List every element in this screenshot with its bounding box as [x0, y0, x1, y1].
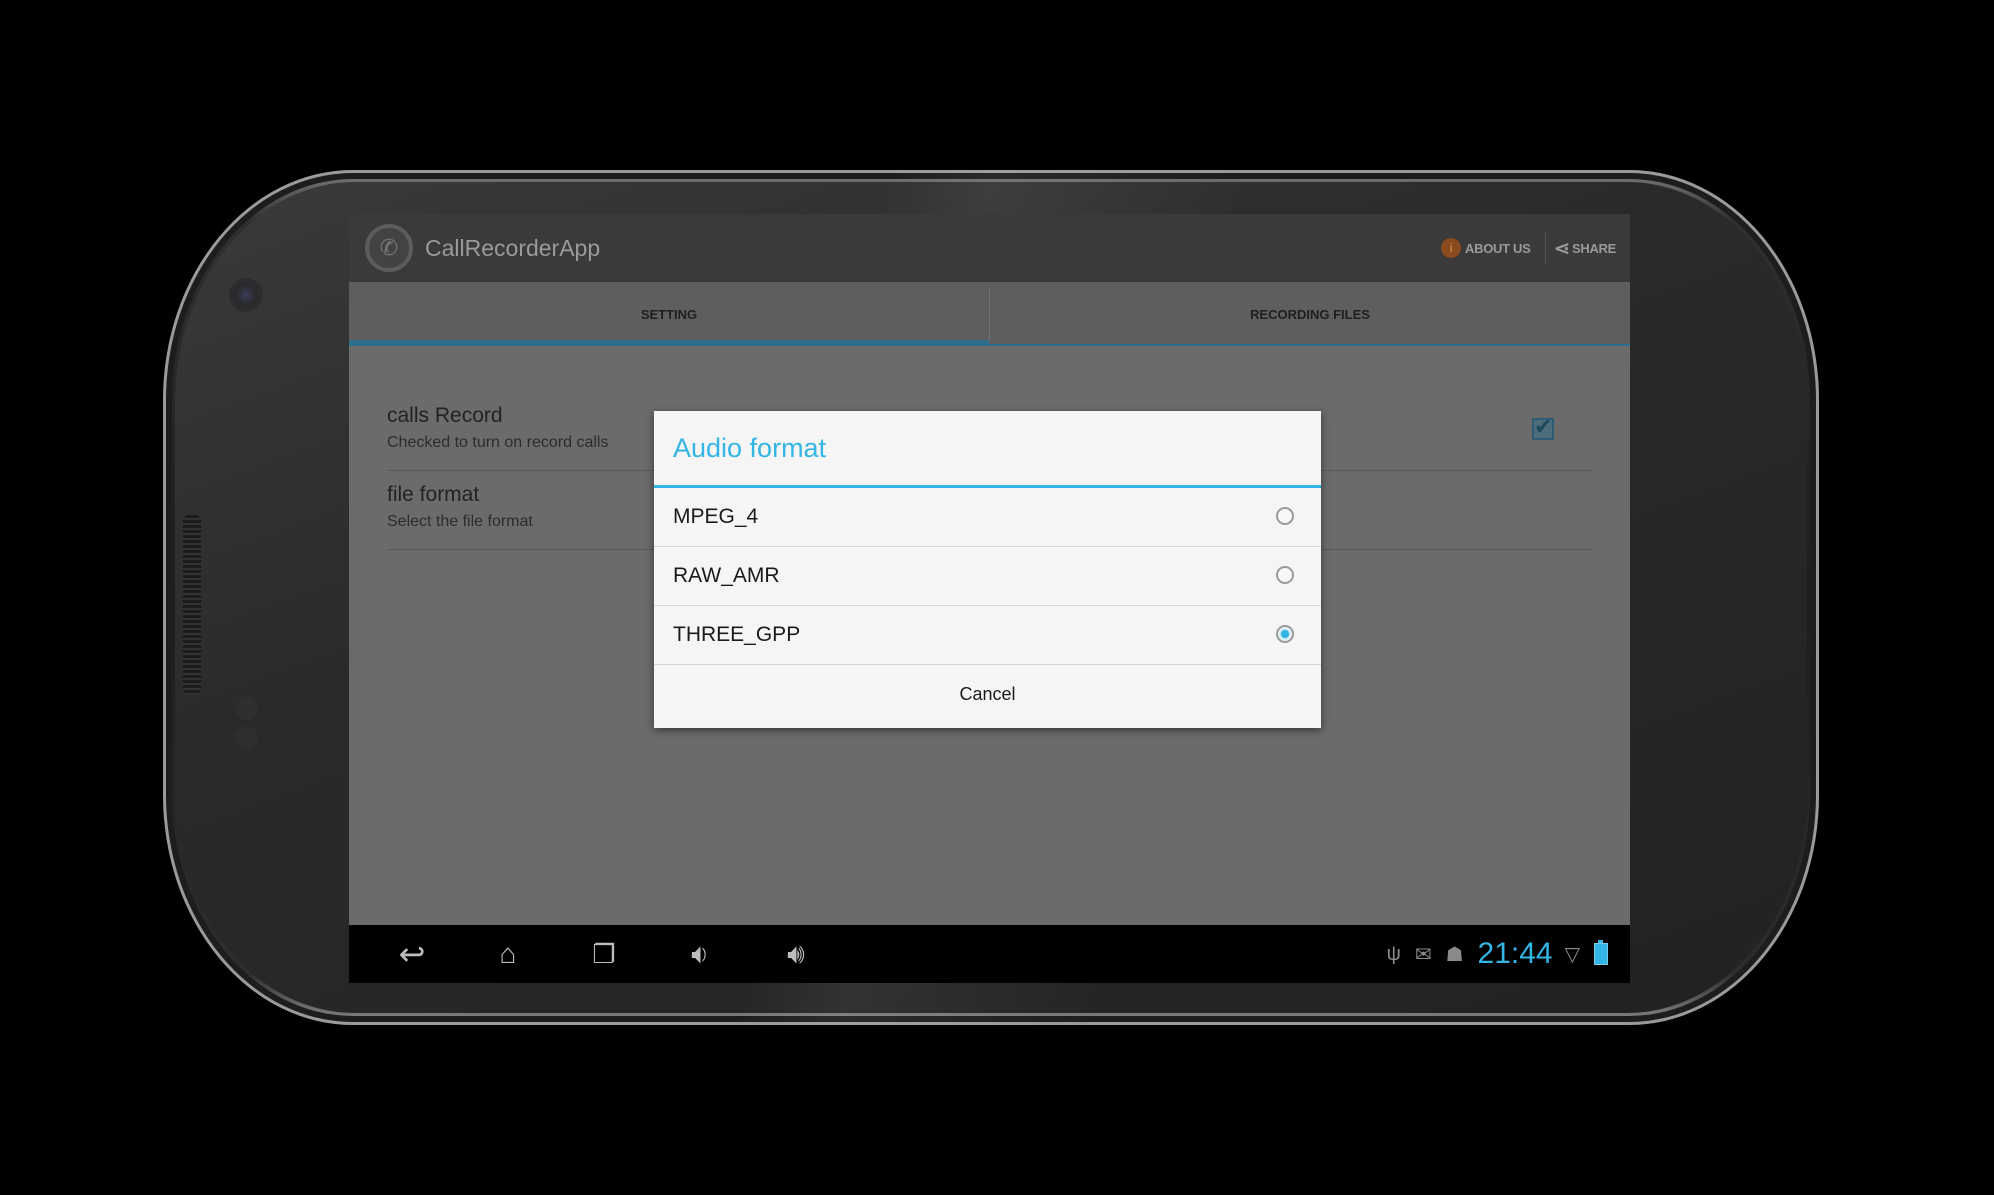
- gmail-icon: ✉: [1414, 943, 1432, 966]
- share-button[interactable]: ⋖ SHARE: [1553, 236, 1617, 261]
- wifi-icon: ▽: [1564, 943, 1580, 966]
- cancel-button[interactable]: Cancel: [654, 665, 1321, 724]
- tab-recording-files-label: RECORDING FILES: [1250, 306, 1370, 322]
- volume-up-icon[interactable]: 🔊︎: [763, 938, 829, 971]
- pref-summary: Checked to turn on record calls: [387, 434, 609, 451]
- back-icon[interactable]: ↩: [379, 935, 445, 973]
- front-camera: [229, 278, 263, 312]
- speaker-grille: [183, 515, 201, 695]
- option-raw-amr[interactable]: RAW_AMR: [654, 547, 1321, 606]
- clock: 21:44: [1477, 937, 1553, 970]
- pref-summary: Select the file format: [387, 513, 533, 530]
- volume-down-icon[interactable]: 🔉︎: [667, 938, 733, 971]
- app-icon[interactable]: ✆: [365, 224, 413, 272]
- home-icon[interactable]: ⌂: [475, 938, 541, 970]
- usb-icon: ψ: [1386, 942, 1401, 965]
- radio-button[interactable]: [1276, 566, 1294, 584]
- info-icon: i: [1441, 238, 1462, 258]
- share-icon: ⋖: [1553, 237, 1571, 260]
- action-divider: [1544, 231, 1546, 265]
- device-screen: ✆ CallRecorderApp i ABOUT US ⋖ SHARE SET…: [349, 214, 1630, 983]
- tab-bar: SETTING RECORDING FILES: [349, 282, 1630, 346]
- option-label: THREE_GPP: [673, 623, 801, 646]
- tab-setting[interactable]: SETTING: [349, 282, 989, 346]
- tab-setting-label: SETTING: [640, 306, 698, 322]
- action-bar: ✆ CallRecorderApp i ABOUT US ⋖ SHARE: [349, 214, 1630, 282]
- sensor: [236, 726, 258, 748]
- system-bar: ↩ ⌂ ❐ 🔉︎ 🔊︎ ψ ✉ ☗ 21:44 ▽: [349, 925, 1630, 983]
- tab-underline: [349, 344, 1630, 346]
- pref-title: calls Record: [387, 404, 503, 427]
- radio-button[interactable]: [1276, 507, 1294, 525]
- pref-title: file format: [387, 483, 480, 506]
- about-us-label: ABOUT US: [1465, 240, 1531, 256]
- app-title: CallRecorderApp: [425, 234, 601, 261]
- android-debug-icon: ☗: [1445, 943, 1464, 966]
- option-three-gpp[interactable]: THREE_GPP: [654, 606, 1321, 665]
- option-mpeg4[interactable]: MPEG_4: [654, 488, 1321, 547]
- share-label: SHARE: [1571, 240, 1616, 256]
- sensor: [236, 698, 258, 720]
- option-label: RAW_AMR: [673, 564, 780, 587]
- radio-button-selected[interactable]: [1276, 625, 1294, 643]
- audio-format-dialog: Audio format MPEG_4 RAW_AMR THREE_GPP Ca…: [654, 411, 1321, 728]
- calls-record-checkbox[interactable]: [1532, 414, 1554, 440]
- option-label: MPEG_4: [673, 505, 759, 528]
- tab-recording-files[interactable]: RECORDING FILES: [990, 282, 1630, 346]
- battery-icon: [1594, 940, 1608, 965]
- dialog-title: Audio format: [654, 411, 1321, 488]
- recent-apps-icon[interactable]: ❐: [571, 939, 637, 970]
- about-us-button[interactable]: i ABOUT US: [1441, 238, 1531, 258]
